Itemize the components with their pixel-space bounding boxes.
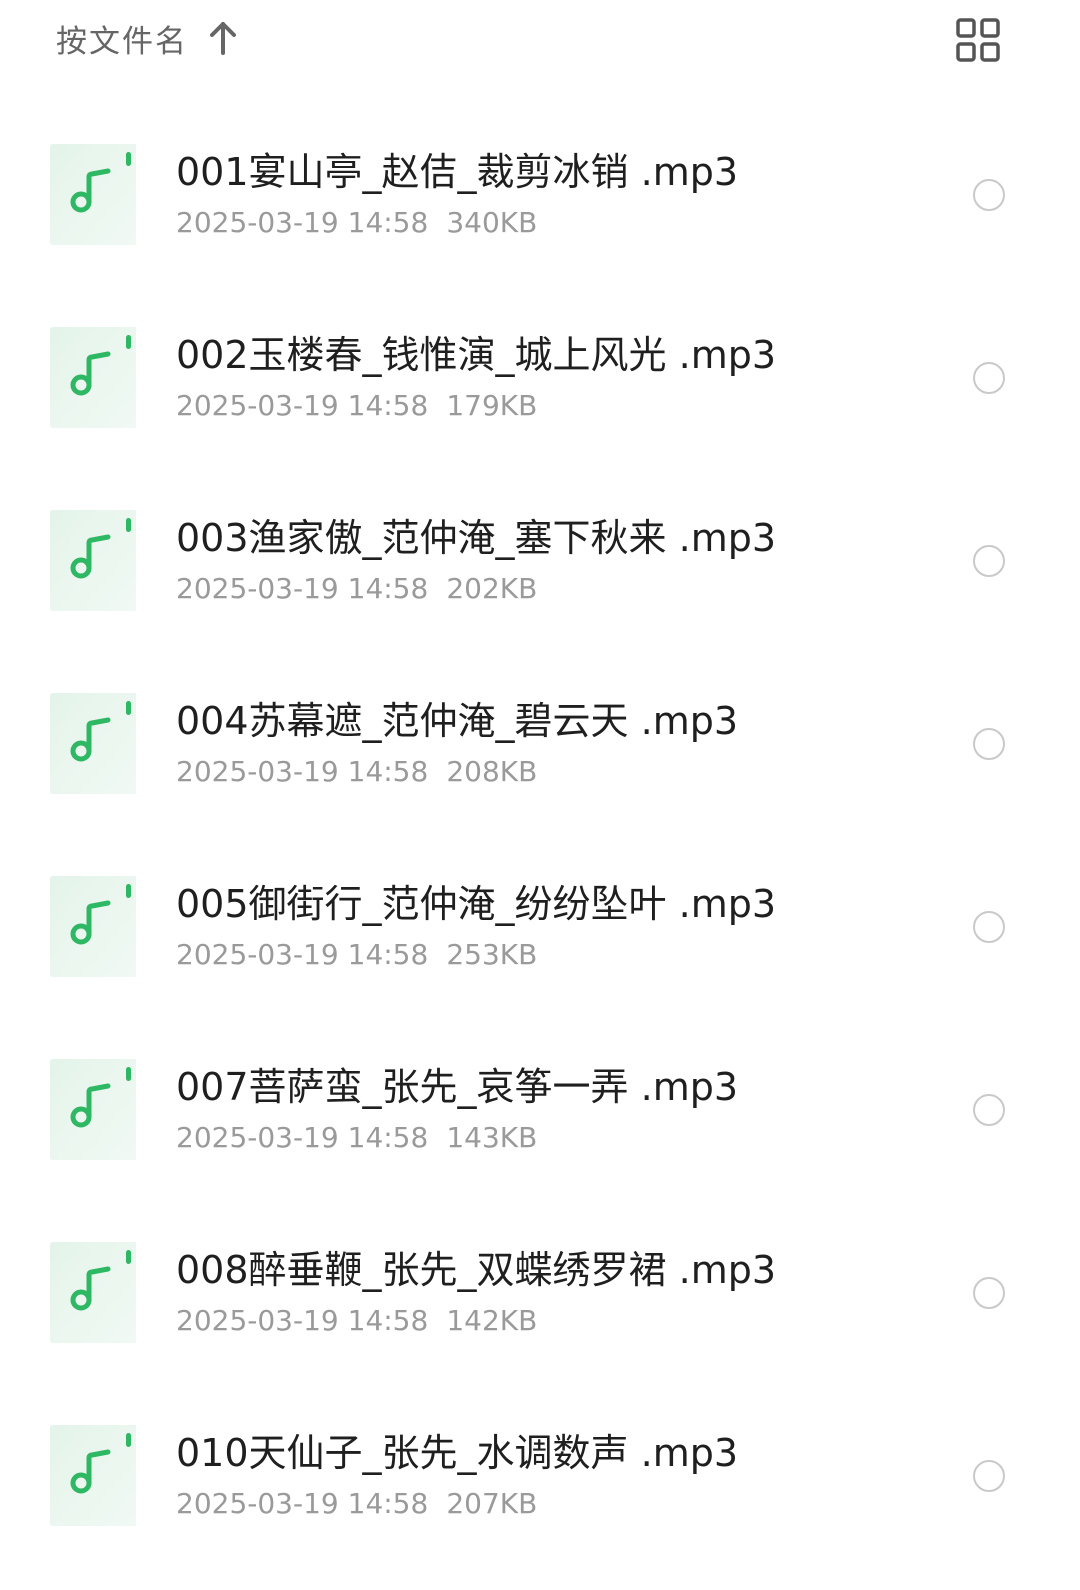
select-checkbox[interactable] [973,1094,1005,1126]
file-browser-screen: 按文件名 001宴山亭_赵佶_裁剪冰销 .mp3 2025-03-19 14:58… [0,0,1080,1590]
file-row[interactable]: 007菩萨蛮_张先_哀筝一弄 .mp3 2025-03-19 14:58 143KB [0,1019,1080,1202]
file-name: 010天仙子_张先_水调数声 .mp3 [176,1431,739,1475]
select-checkbox[interactable] [973,1460,1005,1492]
file-meta: 2025-03-19 14:58 202KB [176,572,537,606]
music-file-icon [50,144,136,245]
file-name: 003渔家傲_范仲淹_塞下秋来 .mp3 [176,516,777,560]
file-row[interactable]: 003渔家傲_范仲淹_塞下秋来 .mp3 2025-03-19 14:58 202K… [0,470,1080,653]
file-size: 179KB [446,389,538,422]
file-row[interactable]: 001宴山亭_赵佶_裁剪冰销 .mp3 2025-03-19 14:58 340KB [0,104,1080,287]
sort-toolbar: 按文件名 [0,0,1080,100]
file-meta: 2025-03-19 14:58 253KB [176,938,537,972]
file-row[interactable]: 002玉楼春_钱惟演_城上风光 .mp3 2025-03-19 14:58 179K… [0,287,1080,470]
file-date: 2025-03-19 14:58 [176,1121,429,1154]
file-size: 207KB [446,1487,538,1520]
select-checkbox[interactable] [973,1277,1005,1309]
select-checkbox[interactable] [973,728,1005,760]
music-file-icon [50,1425,136,1526]
file-size: 142KB [446,1304,538,1337]
music-file-icon [50,327,136,428]
file-size: 202KB [446,572,538,605]
file-meta: 2025-03-19 14:58 207KB [176,1487,537,1521]
sort-label: 按文件名 [56,23,188,60]
file-row[interactable]: 010天仙子_张先_水调数声 .mp3 2025-03-19 14:58 207KB [0,1385,1080,1568]
file-row[interactable]: 004苏幕遮_范仲淹_碧云天 .mp3 2025-03-19 14:58 208KB [0,653,1080,836]
arrow-up-icon [210,22,236,55]
select-checkbox[interactable] [973,362,1005,394]
music-file-icon [50,693,136,794]
file-size: 340KB [446,206,538,239]
file-date: 2025-03-19 14:58 [176,572,429,605]
file-name: 008醉垂鞭_张先_双蝶绣罗裙 .mp3 [176,1248,777,1292]
file-date: 2025-03-19 14:58 [176,755,429,788]
file-name: 004苏幕遮_范仲淹_碧云天 .mp3 [176,699,739,743]
select-checkbox[interactable] [973,179,1005,211]
select-checkbox[interactable] [973,545,1005,577]
file-row[interactable]: 008醉垂鞭_张先_双蝶绣罗裙 .mp3 2025-03-19 14:58 142K… [0,1202,1080,1385]
file-row[interactable]: 005御街行_范仲淹_纷纷坠叶 .mp3 2025-03-19 14:58 253K… [0,836,1080,1019]
grid-view-icon[interactable] [955,17,1001,63]
file-meta: 2025-03-19 14:58 208KB [176,755,537,789]
file-meta: 2025-03-19 14:58 143KB [176,1121,537,1155]
music-file-icon [50,510,136,611]
file-date: 2025-03-19 14:58 [176,1487,429,1520]
file-date: 2025-03-19 14:58 [176,389,429,422]
file-size: 253KB [446,938,538,971]
file-name: 002玉楼春_钱惟演_城上风光 .mp3 [176,333,777,377]
music-file-icon [50,876,136,977]
file-name: 007菩萨蛮_张先_哀筝一弄 .mp3 [176,1065,739,1109]
file-date: 2025-03-19 14:58 [176,938,429,971]
file-date: 2025-03-19 14:58 [176,1304,429,1337]
file-size: 143KB [446,1121,538,1154]
music-file-icon [50,1242,136,1343]
file-name: 001宴山亭_赵佶_裁剪冰销 .mp3 [176,150,739,194]
sort-by-name-button[interactable]: 按文件名 [56,14,238,62]
file-date: 2025-03-19 14:58 [176,206,429,239]
file-name: 005御街行_范仲淹_纷纷坠叶 .mp3 [176,882,777,926]
file-meta: 2025-03-19 14:58 142KB [176,1304,537,1338]
music-file-icon [50,1059,136,1160]
file-meta: 2025-03-19 14:58 179KB [176,389,537,423]
file-meta: 2025-03-19 14:58 340KB [176,206,537,240]
file-list: 001宴山亭_赵佶_裁剪冰销 .mp3 2025-03-19 14:58 340KB… [0,104,1080,1568]
select-checkbox[interactable] [973,911,1005,943]
file-size: 208KB [446,755,538,788]
